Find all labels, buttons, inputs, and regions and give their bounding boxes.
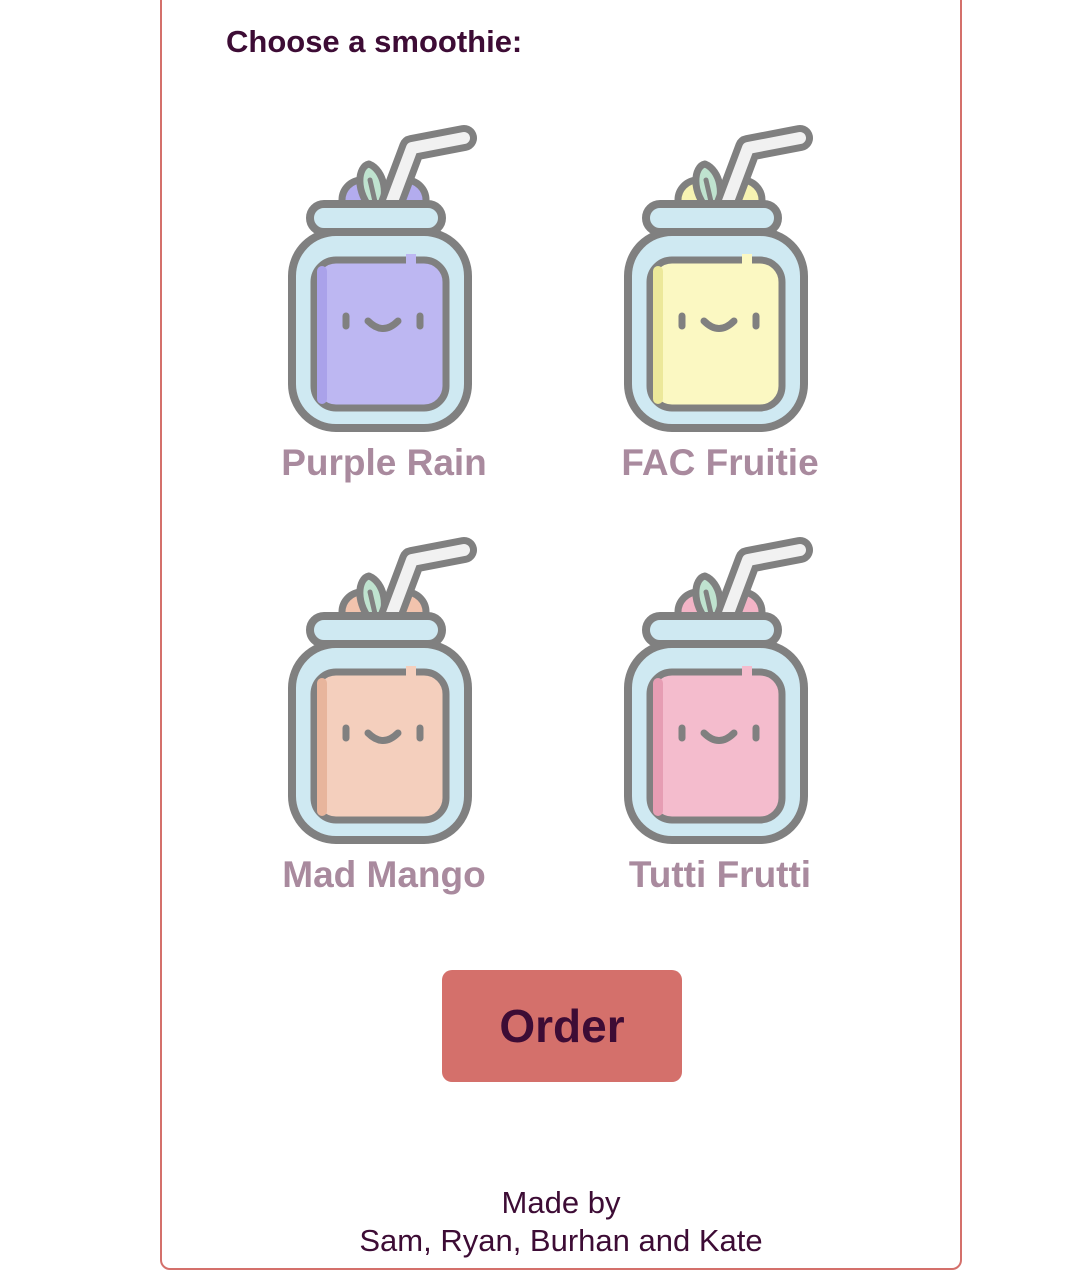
smoothie-option-label: Purple Rain (281, 442, 487, 483)
footer-authors: Sam, Ryan, Burhan and Kate (359, 1223, 763, 1258)
footer-credits: Made by Sam, Ryan, Burhan and Kate (160, 1184, 962, 1260)
smoothie-option-purple-rain[interactable]: Purple Rain (224, 114, 544, 484)
footer-made-by: Made by (501, 1185, 621, 1220)
smoothie-jar-icon (288, 125, 477, 432)
form-prompt: Choose a smoothie: (226, 24, 523, 59)
smoothie-option-label: Mad Mango (282, 854, 486, 895)
smoothie-option-fac-fruitie[interactable]: FAC Fruitie (560, 114, 880, 484)
order-button[interactable]: Order (442, 970, 682, 1082)
smoothie-jar-icon (288, 537, 477, 844)
smoothie-jar-icon (624, 125, 813, 432)
smoothie-option-mad-mango[interactable]: Mad Mango (224, 526, 544, 896)
smoothie-option-label: FAC Fruitie (621, 442, 819, 483)
smoothie-option-tutti-frutti[interactable]: Tutti Frutti (560, 526, 880, 896)
smoothie-jar-icon (624, 537, 813, 844)
smoothie-option-label: Tutti Frutti (628, 854, 812, 895)
